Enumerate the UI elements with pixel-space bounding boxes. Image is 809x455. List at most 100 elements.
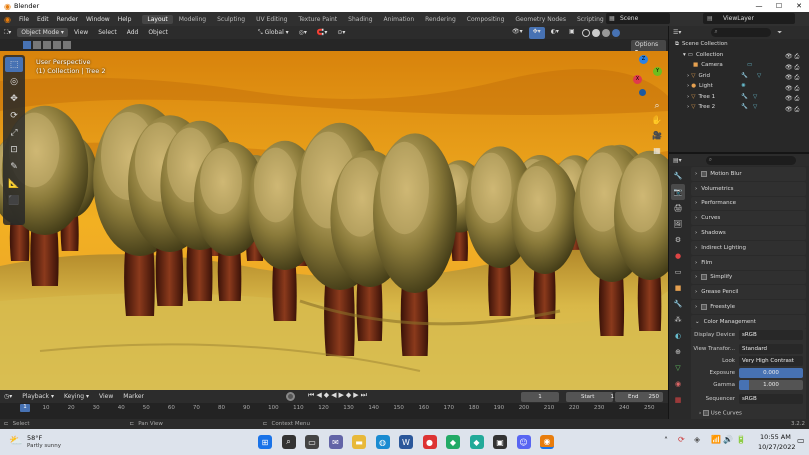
data-tab-icon[interactable]: ▽ (671, 360, 685, 376)
select-intersect-icon[interactable] (63, 41, 71, 49)
3d-viewport[interactable]: User Perspective (1) Collection | Tree 2… (0, 51, 668, 390)
workspace-tab-uv-editing[interactable]: UV Editing (251, 15, 292, 24)
scene-selector[interactable]: ▦ Scene (606, 13, 670, 24)
scene-tab-icon[interactable]: ⚙ (671, 232, 685, 248)
workspace-tab-texture-paint[interactable]: Texture Paint (293, 15, 342, 24)
tool-tab-icon[interactable]: 🔧 (671, 168, 685, 184)
xray-icon[interactable]: ▣ (565, 27, 579, 39)
zoom-icon[interactable]: ⌕ (650, 101, 664, 116)
properties-editor-icon[interactable]: ▤▾ (673, 157, 682, 164)
panel-film[interactable]: › Film (691, 255, 806, 270)
panel-collapsed-icon[interactable]: › (695, 260, 697, 266)
pivot-icon[interactable]: ◎▾ (295, 28, 311, 37)
select-box-tool-icon[interactable]: ⬚ (5, 57, 23, 72)
panel-collapsed-icon[interactable]: › (695, 304, 697, 310)
eye-icon[interactable]: 👁 ⎙ (785, 105, 809, 116)
timeline-view-menu[interactable]: View (95, 392, 117, 401)
eye-icon[interactable]: 👁 ⎙ (785, 63, 809, 74)
eye-icon[interactable]: 👁 ⎙ (785, 73, 809, 84)
playback-menu[interactable]: Playback ▾ (18, 392, 58, 401)
proportional-edit-icon[interactable]: ⊙▾ (333, 28, 349, 37)
physics-tab-icon[interactable]: ◐ (671, 328, 685, 344)
select-invert-icon[interactable] (53, 41, 61, 49)
workspace-tab-layout[interactable]: Layout (142, 14, 173, 24)
battery-icon[interactable]: 🔋 (736, 435, 746, 444)
keying-menu[interactable]: Keying ▾ (60, 392, 93, 401)
jump-end-icon[interactable]: ⏭ (361, 391, 369, 399)
wifi-icon[interactable]: 📶 (711, 435, 721, 444)
marker-menu[interactable]: Marker (119, 392, 148, 401)
panel-checkbox[interactable] (701, 304, 708, 311)
panel-collapsed-icon[interactable]: › (695, 200, 697, 206)
measure-tool-icon[interactable]: 📐 (5, 176, 23, 191)
gizmo-neg-z[interactable] (639, 89, 646, 96)
select-subtract-icon[interactable] (43, 41, 51, 49)
panel-motion-blur[interactable]: › Motion Blur (691, 167, 806, 181)
select-new-icon[interactable] (23, 41, 31, 49)
viewlayer-selector[interactable]: ▤ ViewLayer (703, 13, 795, 24)
exposure-slider[interactable]: 0.000 (739, 367, 803, 378)
workspace-tab-sculpting[interactable]: Sculpting (212, 15, 250, 24)
filter-icon[interactable]: ⏷ (777, 29, 782, 37)
tray-app-icon[interactable]: ◈ (694, 435, 700, 444)
visibility-icon[interactable]: 👁▾ (508, 27, 527, 39)
select-menu[interactable]: Select (94, 28, 121, 37)
clock-time[interactable]: 10:55 AM (760, 433, 791, 441)
start-frame-field[interactable]: Start 1 (566, 392, 614, 402)
object-tab-icon[interactable]: ■ (671, 280, 685, 296)
panel-collapsed-icon[interactable]: › (695, 215, 697, 221)
mode-selector[interactable]: Object Mode ▾ (17, 28, 68, 37)
menu-edit[interactable]: Edit (33, 16, 53, 23)
outliner-scene-collection[interactable]: ⧉ Scene Collection (669, 39, 809, 50)
rotate-tool-icon[interactable]: ⟳ (5, 108, 23, 123)
panel-checkbox[interactable] (701, 170, 708, 177)
navigation-gizmo[interactable]: Z Y X (625, 55, 665, 99)
workspace-tab-compositing[interactable]: Compositing (462, 15, 510, 24)
panel-collapsed-icon[interactable]: › (695, 245, 697, 251)
windows-start-icon[interactable]: ⊞ (258, 435, 272, 449)
panel-color-management[interactable]: ⌄ Color Management (691, 314, 806, 329)
output-tab-icon[interactable]: 🖨 (671, 200, 685, 216)
collection-tab-icon[interactable]: ▭ (671, 264, 685, 280)
panel-grease-pencil[interactable]: › Grease Pencil (691, 285, 806, 300)
overlay-toggle-icon[interactable]: ◐▾ (547, 27, 563, 39)
shading-solid-icon[interactable] (591, 29, 600, 37)
file-explorer-icon[interactable]: ▬ (352, 435, 366, 449)
panel-indirect-lighting[interactable]: › Indirect Lighting (691, 240, 806, 255)
clock-date[interactable]: 10/27/2022 (758, 443, 795, 451)
add-cube-tool-icon[interactable]: ⬛ (5, 193, 23, 208)
app-green-icon[interactable]: ◆ (446, 435, 460, 449)
minimize-button[interactable]: — (749, 0, 769, 12)
constraints-tab-icon[interactable]: ⊕ (671, 344, 685, 360)
app-dark-icon[interactable]: ▣ (493, 435, 507, 449)
modifier-tab-icon[interactable]: 🔧 (671, 296, 685, 312)
use-curves-checkbox[interactable] (702, 409, 709, 416)
view-layer-tab-icon[interactable]: 🖼 (671, 216, 685, 232)
timeline-editor-icon[interactable]: ◷▾ (0, 392, 16, 401)
display-device-select[interactable]: sRGB (739, 329, 803, 340)
view-menu[interactable]: View (70, 28, 92, 37)
workspace-tab-geometry-nodes[interactable]: Geometry Nodes (510, 15, 571, 24)
tray-sync-icon[interactable]: ⟳ (678, 435, 685, 444)
panel-collapsed-icon[interactable]: › (695, 171, 697, 177)
panel-collapsed-icon[interactable]: › (695, 186, 697, 192)
panel-checkbox[interactable] (701, 274, 708, 281)
move-tool-icon[interactable]: ✥ (5, 91, 23, 106)
expand-icon[interactable]: ▾ (683, 52, 686, 58)
blender-icon[interactable]: ◉ (540, 435, 554, 449)
next-key-icon[interactable]: ◆▶ (346, 391, 361, 399)
search-icon[interactable]: ⌕ (281, 435, 296, 449)
texture-tab-icon[interactable]: ▦ (671, 392, 685, 408)
eye-icon[interactable]: 👁 ⎙ (785, 52, 809, 63)
sequencer-select[interactable]: sRGB (739, 393, 803, 404)
gizmo-x-axis[interactable]: X (633, 75, 642, 84)
eye-icon[interactable]: 👁 ⎙ (785, 94, 809, 105)
maximize-button[interactable]: ☐ (769, 0, 789, 12)
app-red-icon[interactable]: ● (422, 435, 437, 449)
material-tab-icon[interactable]: ◉ (671, 376, 685, 392)
shading-rendered-icon[interactable] (611, 29, 620, 37)
pan-hand-icon[interactable]: ✋ (650, 116, 664, 131)
panel-shadows[interactable]: › Shadows (691, 226, 806, 240)
world-tab-icon[interactable]: ● (671, 248, 685, 264)
current-frame-field[interactable]: 1 (521, 392, 559, 402)
